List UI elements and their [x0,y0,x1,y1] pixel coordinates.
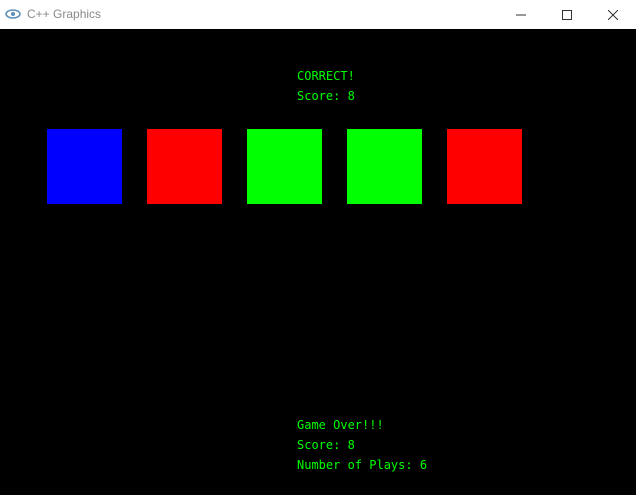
color-square-5[interactable] [447,129,522,204]
maximize-button[interactable] [544,0,590,29]
minimize-button[interactable] [498,0,544,29]
plays-count-text: Number of Plays: 6 [297,458,428,472]
maximize-icon [562,9,572,20]
minimize-icon [516,14,526,15]
close-button[interactable] [590,0,636,29]
color-square-3[interactable] [247,129,322,204]
close-icon [608,9,618,20]
game-canvas[interactable]: CORRECT! Score: 8 Game Over!!! Score: 8 … [0,29,636,495]
window-title: C++ Graphics [27,7,102,21]
app-icon[interactable] [5,7,21,21]
game-over-text: Game Over!!! [297,418,384,432]
status-message: CORRECT! [297,69,355,83]
final-score-text: Score: 8 [297,438,355,452]
score-text: Score: 8 [297,89,355,103]
color-square-4[interactable] [347,129,422,204]
title-bar[interactable]: C++ Graphics [0,0,636,29]
color-square-2[interactable] [147,129,222,204]
color-square-1[interactable] [47,129,122,204]
